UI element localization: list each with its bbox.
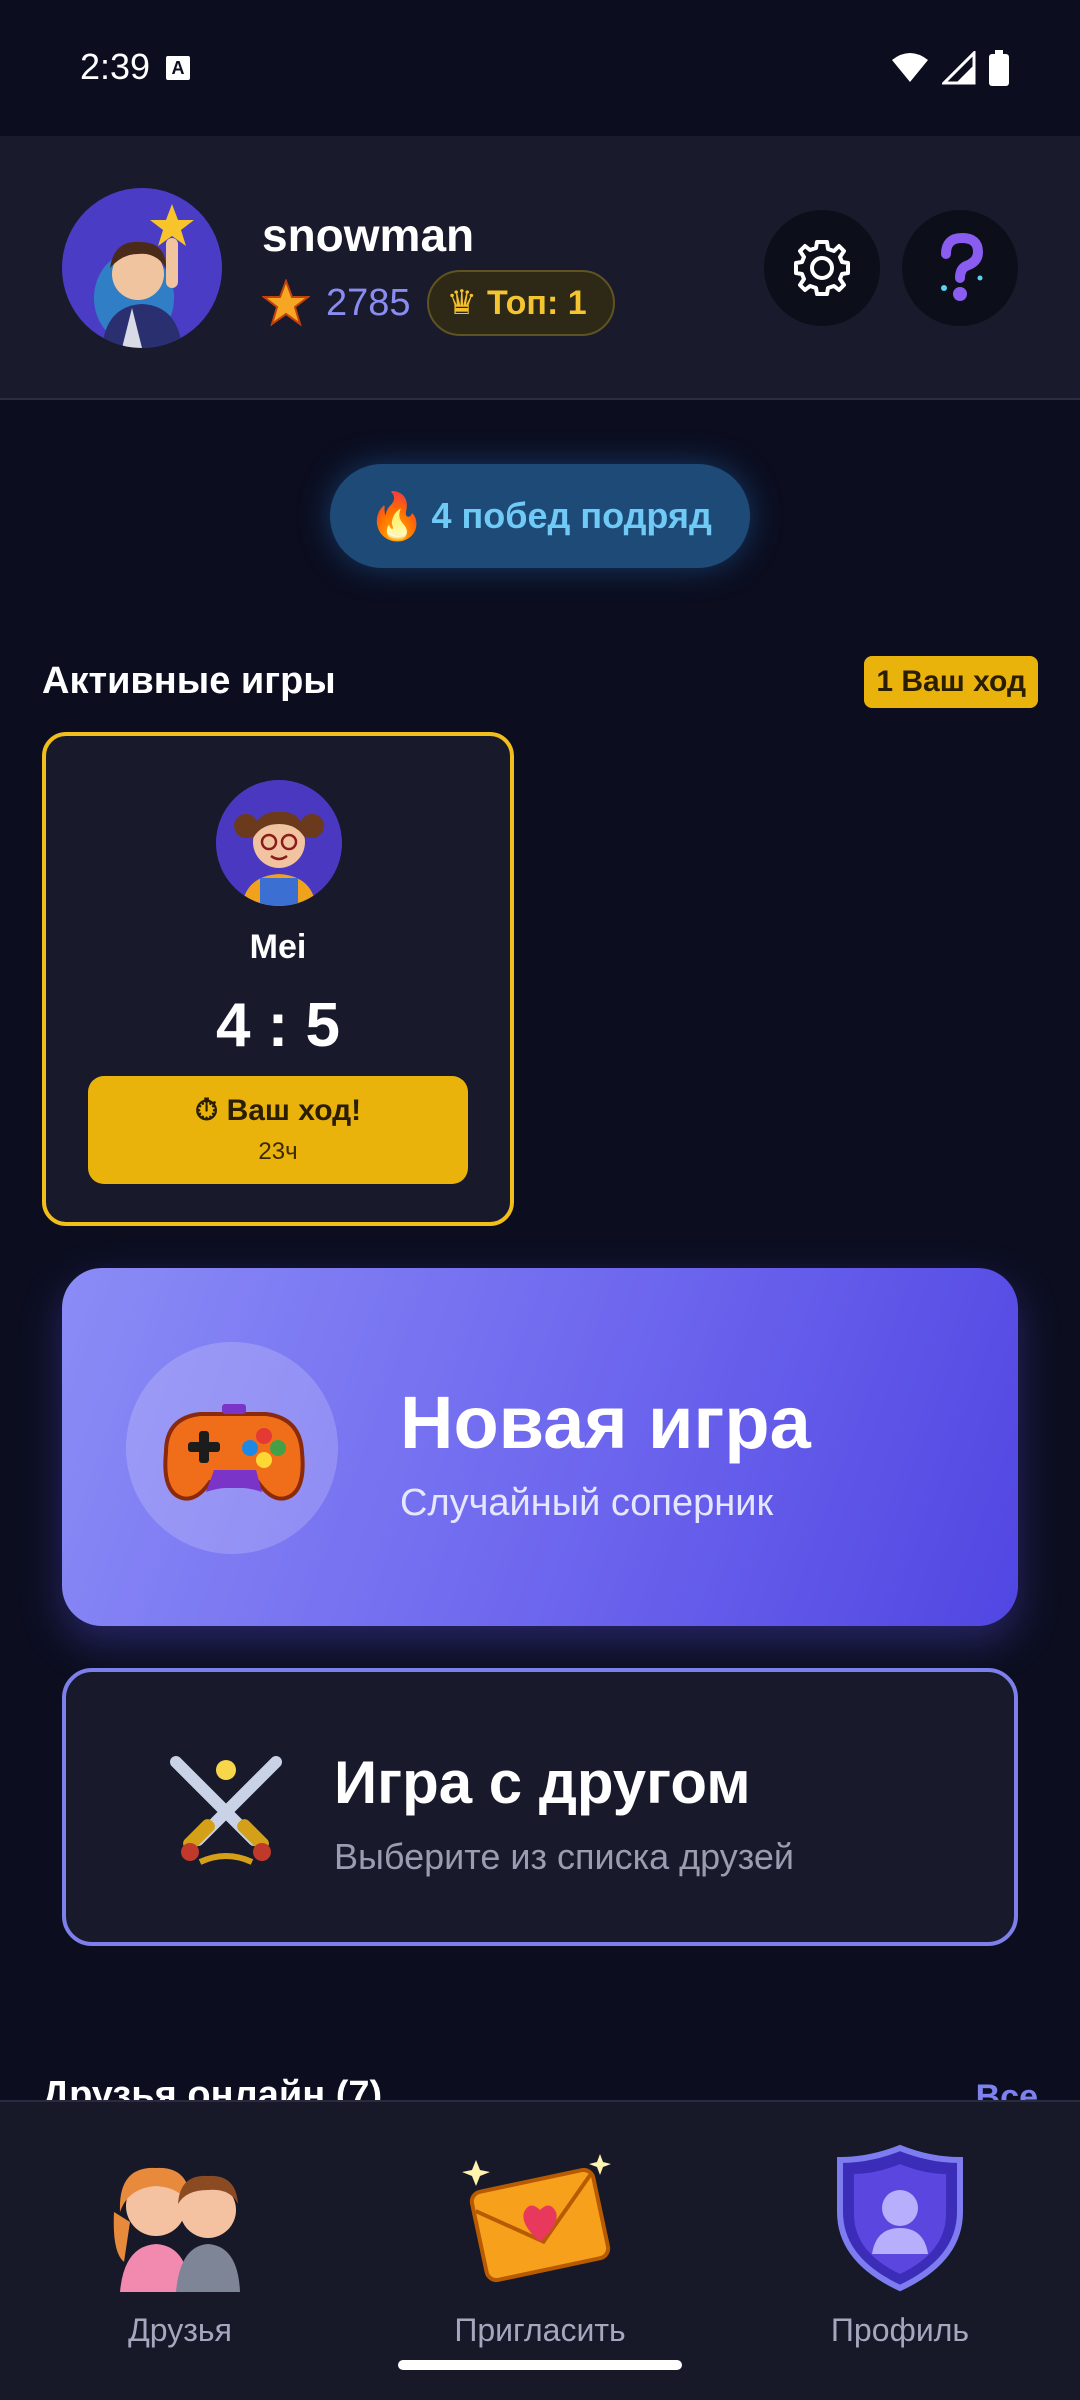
nav-profile[interactable]: Профиль — [750, 2142, 1050, 2349]
time-left: 23ч — [258, 1138, 298, 1165]
new-game-icon-circle — [126, 1342, 338, 1554]
fire-icon: 🔥 — [368, 489, 426, 542]
system-icons — [890, 50, 1010, 86]
bottom-navigation: Друзья Пригласить Профиль — [0, 2100, 1080, 2400]
status-time: 2:39 — [80, 46, 151, 87]
opponent-avatar-icon — [216, 780, 342, 906]
new-game-button[interactable]: Новая игра Случайный соперник — [62, 1268, 1018, 1626]
play-with-friend-button[interactable]: Игра с другом Выберите из списка друзей — [62, 1668, 1018, 1946]
star-icon — [262, 279, 310, 327]
top-rank-badge[interactable]: ♛ Топ: 1 — [426, 270, 615, 336]
nav-friends-label: Друзья — [128, 2312, 232, 2348]
profile-shield-icon — [810, 2142, 990, 2292]
rating-row: 2785 ♛ Топ: 1 — [262, 270, 615, 336]
question-icon — [941, 232, 984, 301]
opponent-avatar — [216, 780, 342, 906]
nav-profile-label: Профиль — [830, 2312, 970, 2348]
wifi-icon — [892, 53, 928, 82]
win-streak-label: 4 побед подряд — [431, 495, 712, 536]
new-game-title: Новая игра — [400, 1381, 811, 1464]
invite-envelope-icon — [450, 2142, 630, 2292]
game-score: 4 : 5 — [215, 991, 341, 1060]
top-rank-label: Топ: 1 — [487, 283, 587, 322]
avatar[interactable] — [62, 188, 222, 348]
nav-friends[interactable]: Друзья — [30, 2142, 330, 2349]
opponent-name: Mei — [249, 928, 307, 966]
friends-icon — [90, 2142, 270, 2292]
battery-icon — [989, 50, 1009, 86]
rating-value: 2785 — [326, 281, 411, 324]
profile-header: snowman 2785 ♛ Топ: 1 — [0, 136, 1080, 400]
user-avatar-icon — [62, 188, 222, 348]
username: snowman — [262, 209, 475, 261]
gamepad-icon — [163, 1404, 305, 1501]
nav-invite[interactable]: Пригласить — [390, 2142, 690, 2349]
status-bar: 2:39 A — [0, 0, 1080, 136]
your-turn-label: ⏱ Ваш ход! — [194, 1094, 362, 1127]
your-turn-count-badge: 1 Ваш ход — [864, 656, 1038, 708]
play-with-friend-title: Игра с другом — [334, 1749, 751, 1816]
crown-icon: ♛ — [446, 284, 478, 322]
gear-icon — [794, 240, 850, 296]
your-turn-button[interactable]: ⏱ Ваш ход! 23ч — [88, 1076, 468, 1184]
nav-invite-label: Пригласить — [454, 2312, 626, 2348]
home-indicator[interactable] — [398, 2360, 682, 2370]
crossed-swords-icon — [170, 1756, 282, 1865]
notification-a-icon: A — [166, 56, 190, 80]
active-games-title: Активные игры — [42, 660, 336, 702]
win-streak-badge: 🔥 4 побед подряд — [330, 464, 750, 568]
settings-button[interactable] — [764, 210, 880, 326]
new-game-subtitle: Случайный соперник — [400, 1482, 774, 1524]
active-game-card[interactable]: Mei 4 : 5 ⏱ Ваш ход! 23ч — [42, 732, 514, 1226]
signal-icon — [942, 51, 976, 85]
help-button[interactable] — [902, 210, 1018, 326]
play-with-friend-subtitle: Выберите из списка друзей — [334, 1836, 795, 1877]
